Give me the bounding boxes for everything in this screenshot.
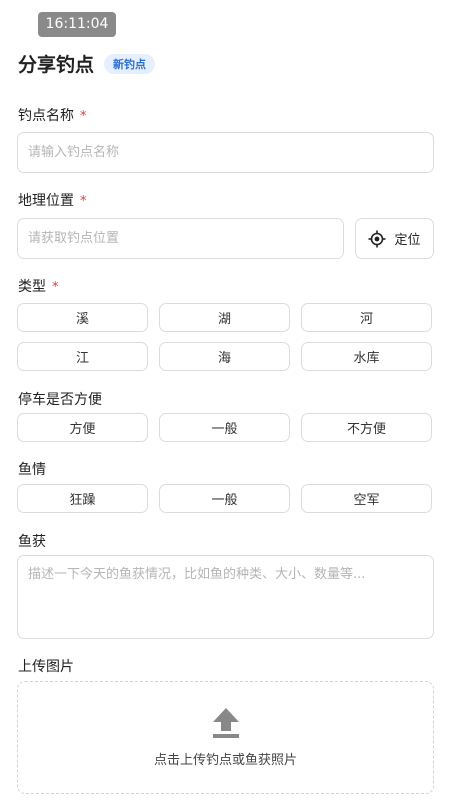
upload-arrow-icon (212, 707, 240, 739)
page-header: 分享钓点 新钓点 (18, 50, 156, 77)
location-label-text: 地理位置 (18, 193, 74, 209)
type-label: 类型 * (18, 276, 59, 296)
fish-option-average[interactable]: 一般 (159, 484, 290, 513)
fish-option-frenzy[interactable]: 狂躁 (17, 484, 148, 513)
required-mark: * (80, 194, 87, 209)
status-time: 16:11:04 (38, 12, 116, 37)
fish-condition-label: 鱼情 (18, 462, 46, 478)
locate-button-label: 定位 (394, 233, 421, 248)
spot-name-label: 钓点名称 * (18, 105, 87, 125)
crosshair-locate-icon (368, 230, 386, 248)
required-mark: * (80, 109, 87, 124)
page-title: 分享钓点 (18, 54, 95, 76)
type-option-big-river[interactable]: 江 (17, 342, 148, 371)
parking-option-inconvenient[interactable]: 不方便 (301, 413, 432, 442)
type-options-row-2: 江 海 水库 (17, 342, 432, 371)
parking-options: 方便 一般 不方便 (17, 413, 432, 442)
upload-area[interactable]: 点击上传钓点或鱼获照片 (17, 681, 434, 794)
upload-hint: 点击上传钓点或鱼获照片 (153, 753, 297, 768)
new-spot-badge: 新钓点 (104, 53, 156, 74)
spot-name-label-text: 钓点名称 (18, 108, 74, 124)
required-mark: * (52, 280, 59, 295)
locate-button[interactable]: 定位 (355, 218, 434, 259)
parking-label: 停车是否方便 (18, 392, 102, 408)
upload-label: 上传图片 (18, 659, 74, 675)
type-option-lake[interactable]: 湖 (159, 303, 290, 332)
location-label: 地理位置 * (18, 190, 87, 210)
location-input[interactable] (17, 218, 344, 259)
type-options-row-1: 溪 湖 河 (17, 303, 432, 332)
type-label-text: 类型 (18, 279, 46, 295)
type-option-sea[interactable]: 海 (159, 342, 290, 371)
parking-option-average[interactable]: 一般 (159, 413, 290, 442)
parking-option-convenient[interactable]: 方便 (17, 413, 148, 442)
fish-option-skunked[interactable]: 空军 (301, 484, 432, 513)
type-option-river[interactable]: 河 (301, 303, 432, 332)
catch-label: 鱼获 (18, 534, 46, 550)
type-option-reservoir[interactable]: 水库 (301, 342, 432, 371)
spot-name-input[interactable] (17, 132, 434, 173)
fish-condition-options: 狂躁 一般 空军 (17, 484, 432, 513)
type-option-stream[interactable]: 溪 (17, 303, 148, 332)
catch-description-textarea[interactable] (17, 555, 434, 639)
